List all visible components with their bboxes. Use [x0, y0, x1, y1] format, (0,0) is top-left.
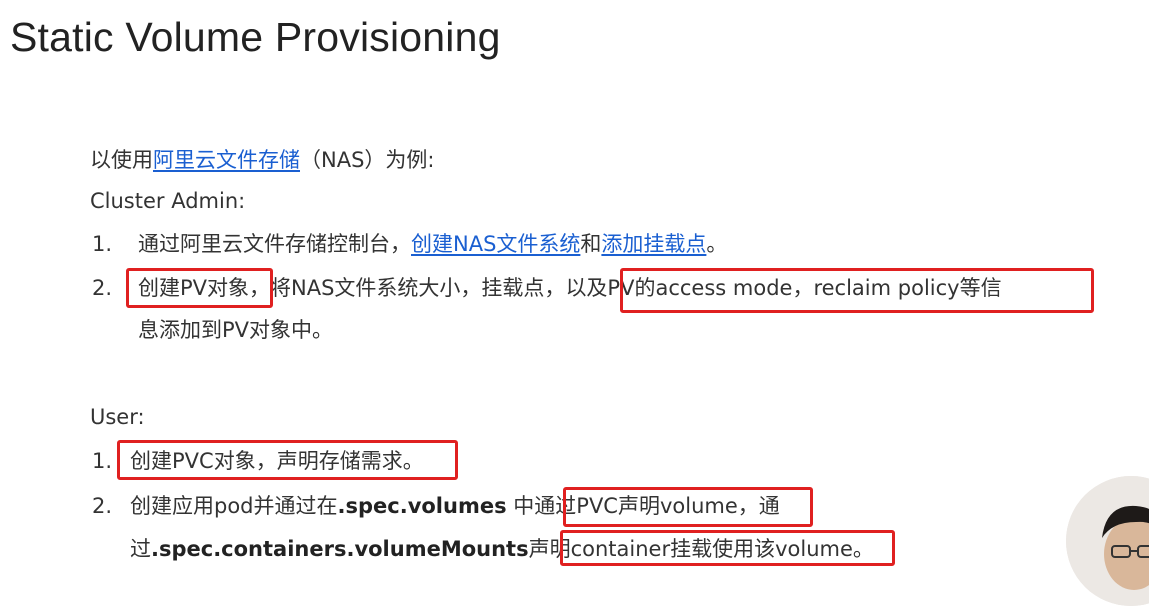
create-nas-link[interactable]: 创建NAS文件系统: [411, 232, 580, 256]
user-item-1-boxed: 创建PVC对象，声明存储需求: [130, 449, 403, 473]
user-item-2-number: 2.: [92, 494, 113, 518]
aliyun-nas-link[interactable]: 阿里云文件存储: [153, 148, 300, 172]
user-item-2-end1: ，通: [737, 494, 780, 518]
user-item-2-cont-mid: 声明: [528, 537, 571, 561]
user-item-2-cont-prefix: 过: [130, 537, 151, 561]
admin-item-2-end: 等信: [959, 276, 1002, 300]
user-item-2-continuation: 过.spec.containers.volumeMounts声明containe…: [130, 534, 874, 564]
admin-item-2-continuation: 息添加到PV对象中。: [138, 318, 334, 342]
admin-item-2-boxed1: 创建PV对象: [138, 276, 250, 300]
user-heading: User:: [90, 405, 145, 429]
presenter-avatar: [1066, 476, 1149, 606]
cluster-admin-heading: Cluster Admin:: [90, 189, 246, 213]
admin-item-1-number: 1.: [92, 232, 113, 256]
user-item-2-boxed1: 通过PVC声明volume: [534, 494, 738, 518]
user-item-1-end: 。: [402, 449, 424, 473]
user-item-2-boxed2: container挂载使用该volume: [570, 537, 853, 561]
user-item-1: 创建PVC对象，声明存储需求。: [130, 446, 424, 476]
intro-prefix: 以使用: [90, 148, 153, 172]
add-mount-point-link[interactable]: 添加挂载点: [601, 232, 706, 256]
admin-item-2-text: ，将NAS文件系统大小，挂载点，: [249, 276, 566, 300]
user-item-2: 创建应用pod并通过在.spec.volumes 中通过PVC声明volume，…: [130, 491, 780, 521]
spec-volumes-code: .spec.volumes: [337, 494, 507, 518]
admin-item-2: 创建PV对象，将NAS文件系统大小，挂载点，以及PV的access mode，r…: [138, 273, 1002, 303]
user-item-2-end2: 。: [852, 537, 874, 561]
user-item-2-text1: 创建应用pod并通过在: [130, 494, 338, 518]
volume-mounts-code: .spec.containers.volumeMounts: [151, 537, 529, 561]
admin-item-2-number: 2.: [92, 276, 113, 300]
user-item-2-text2: 中: [506, 494, 535, 518]
slide-title: Static Volume Provisioning: [10, 14, 501, 60]
admin-item-1-mid: 和: [580, 232, 602, 256]
admin-item-1-end: 。: [706, 232, 728, 256]
admin-item-2-boxed2: 以及PV的access mode，reclaim policy: [565, 276, 960, 300]
intro-suffix: （NAS）为例:: [300, 148, 435, 172]
intro-line: 以使用阿里云文件存储（NAS）为例:: [90, 145, 434, 175]
admin-item-1: 通过阿里云文件存储控制台，创建NAS文件系统和添加挂载点。: [138, 229, 727, 259]
admin-item-1-text: 通过阿里云文件存储控制台，: [138, 232, 411, 256]
user-item-1-number: 1.: [92, 449, 113, 473]
